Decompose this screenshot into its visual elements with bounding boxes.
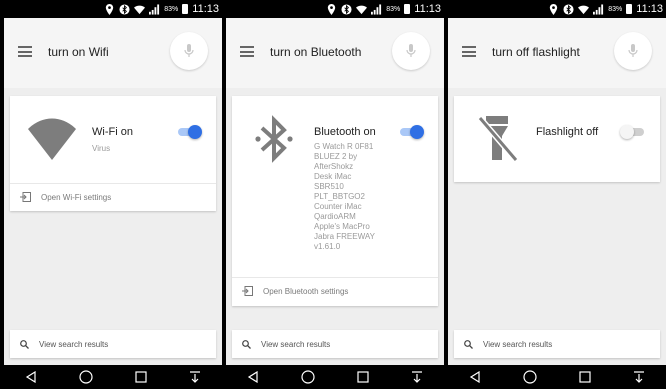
bluetooth-icon [119,3,130,15]
microphone-button[interactable] [614,32,652,70]
open-bluetooth-settings-link[interactable]: Open Bluetooth settings [232,277,438,305]
device-item: Desk iMac [314,172,352,181]
search-bar[interactable]: turn off flashlight [448,18,666,88]
wifi-icon [356,5,368,14]
open-wifi-settings-label: Open Wi-Fi settings [41,192,112,202]
navigation-bar [226,365,444,389]
battery-icon [626,4,633,14]
search-query[interactable]: turn on Bluetooth [270,45,361,59]
status-bar: 83% 11:13 [448,0,666,18]
battery-icon [182,4,189,14]
recents-icon[interactable] [135,371,147,383]
bluetooth-toggle[interactable] [398,125,424,139]
microphone-icon [628,44,638,57]
signal-icon [593,3,604,15]
device-item: BLUEZ 2 by [314,152,358,161]
battery-icon [404,4,411,14]
clock: 11:13 [414,3,441,15]
search-query[interactable]: turn on Wifi [48,45,109,59]
battery-percent: 83% [164,5,179,13]
menu-icon[interactable] [18,46,32,57]
flashlight-toggle[interactable] [620,125,646,139]
search-icon [242,339,251,349]
clock: 11:13 [636,3,663,15]
view-search-results[interactable]: View search results [10,330,216,358]
device-item: Apple's MacPro [314,222,370,231]
wifi-toggle[interactable] [176,125,202,139]
search-query[interactable]: turn off flashlight [492,45,580,59]
bluetooth-status-title: Bluetooth on [314,126,376,138]
phone-screen-bluetooth: 83% 11:13 turn on Bluetooth Bluetooth on… [226,0,444,389]
view-search-results-label: View search results [39,339,109,349]
wifi-status-title: Wi-Fi on [92,126,133,138]
phone-screen-wifi: 83% 11:13 turn on Wifi Wi-Fi on Virus Op… [4,0,222,389]
wifi-icon [134,5,146,14]
navigation-bar [4,365,222,389]
open-bluetooth-settings-label: Open Bluetooth settings [263,286,349,296]
location-icon [328,3,336,15]
back-icon[interactable] [247,371,259,383]
view-search-results[interactable]: View search results [454,330,660,358]
phone-screen-flashlight: 83% 11:13 turn off flashlight Flashlight… [448,0,666,389]
view-search-results-label: View search results [483,339,553,349]
wifi-network-name: Virus [92,144,111,153]
home-icon[interactable] [301,370,315,384]
microphone-icon [184,44,194,57]
status-bar: 83% 11:13 [226,0,444,18]
bluetooth-card: Bluetooth on G Watch R 0F81 BLUEZ 2 by A… [232,96,438,306]
signal-icon [371,3,382,15]
signal-icon [149,3,160,15]
device-item: SBR510 [314,182,344,191]
bluetooth-icon [563,3,574,15]
notifications-down-icon[interactable] [633,371,645,383]
search-icon [464,339,473,349]
menu-icon[interactable] [240,46,254,57]
bluetooth-icon [341,3,352,15]
status-bar: 83% 11:13 [4,0,222,18]
paired-devices-list: G Watch R 0F81 BLUEZ 2 by AfterShokz Des… [314,142,375,252]
recents-icon[interactable] [357,371,369,383]
notifications-down-icon[interactable] [411,371,423,383]
menu-icon[interactable] [462,46,476,57]
location-icon [550,3,558,15]
clock: 11:13 [192,3,219,15]
home-icon[interactable] [79,370,93,384]
flashlight-off-icon [478,116,518,162]
microphone-button[interactable] [170,32,208,70]
wifi-icon [578,5,590,14]
search-bar[interactable]: turn on Wifi [4,18,222,88]
search-icon [20,339,29,349]
location-icon [106,3,114,15]
device-item: Jabra FREEWAY [314,232,375,241]
view-search-results-label: View search results [261,339,331,349]
search-bar[interactable]: turn on Bluetooth [226,18,444,88]
open-wifi-settings-link[interactable]: Open Wi-Fi settings [10,183,216,211]
battery-percent: 83% [386,5,401,13]
navigation-bar [448,365,666,389]
device-item: Counter iMac [314,202,362,211]
home-icon[interactable] [523,370,537,384]
device-item: PLT_BBTGO2 [314,192,365,201]
device-item: G Watch R 0F81 [314,142,374,151]
view-search-results[interactable]: View search results [232,330,438,358]
back-icon[interactable] [469,371,481,383]
open-settings-icon [242,286,253,296]
microphone-icon [406,44,416,57]
device-item: AfterShokz [314,162,354,171]
flashlight-card: Flashlight off [454,96,660,182]
wifi-icon [28,118,76,160]
bluetooth-icon [255,115,293,163]
battery-percent: 83% [608,5,623,13]
open-settings-icon [20,192,31,202]
device-item: v1.61.0 [314,242,341,251]
notifications-down-icon[interactable] [189,371,201,383]
back-icon[interactable] [25,371,37,383]
flashlight-status-title: Flashlight off [536,126,599,138]
device-item: QardioARM [314,212,356,221]
wifi-card: Wi-Fi on Virus Open Wi-Fi settings [10,96,216,211]
recents-icon[interactable] [579,371,591,383]
microphone-button[interactable] [392,32,430,70]
